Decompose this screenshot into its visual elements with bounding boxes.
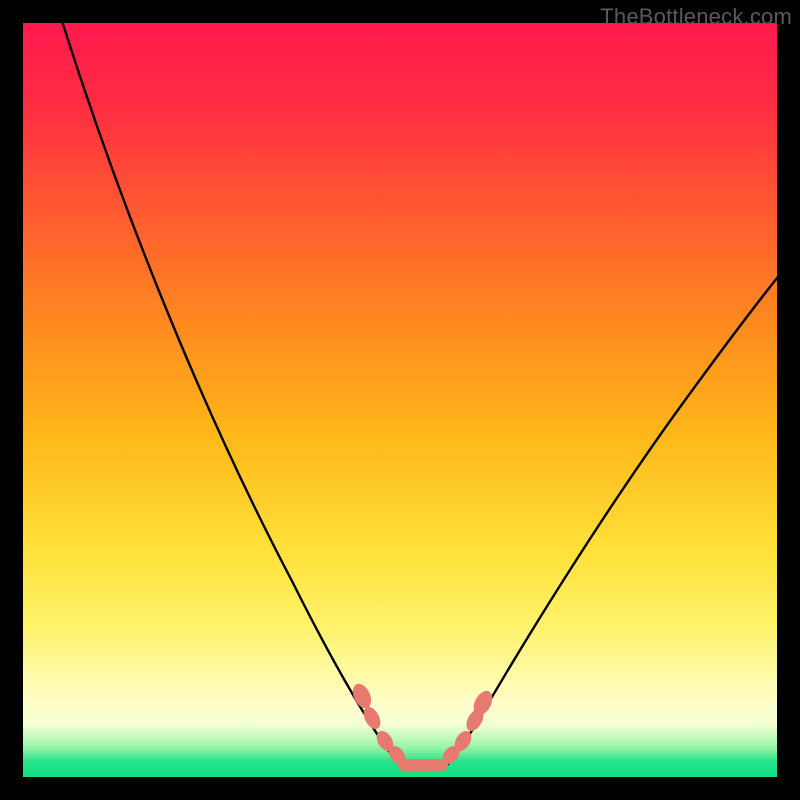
watermark-text: TheBottleneck.com [600,4,792,30]
valley-marker [360,704,384,732]
curve-right-branch [447,273,777,765]
curve-overlay [23,23,777,777]
chart-stage: TheBottleneck.com [0,0,800,800]
marker-group [349,681,496,771]
valley-floor-bar [398,759,448,771]
plot-area [23,23,777,777]
curve-left-branch [61,23,401,765]
